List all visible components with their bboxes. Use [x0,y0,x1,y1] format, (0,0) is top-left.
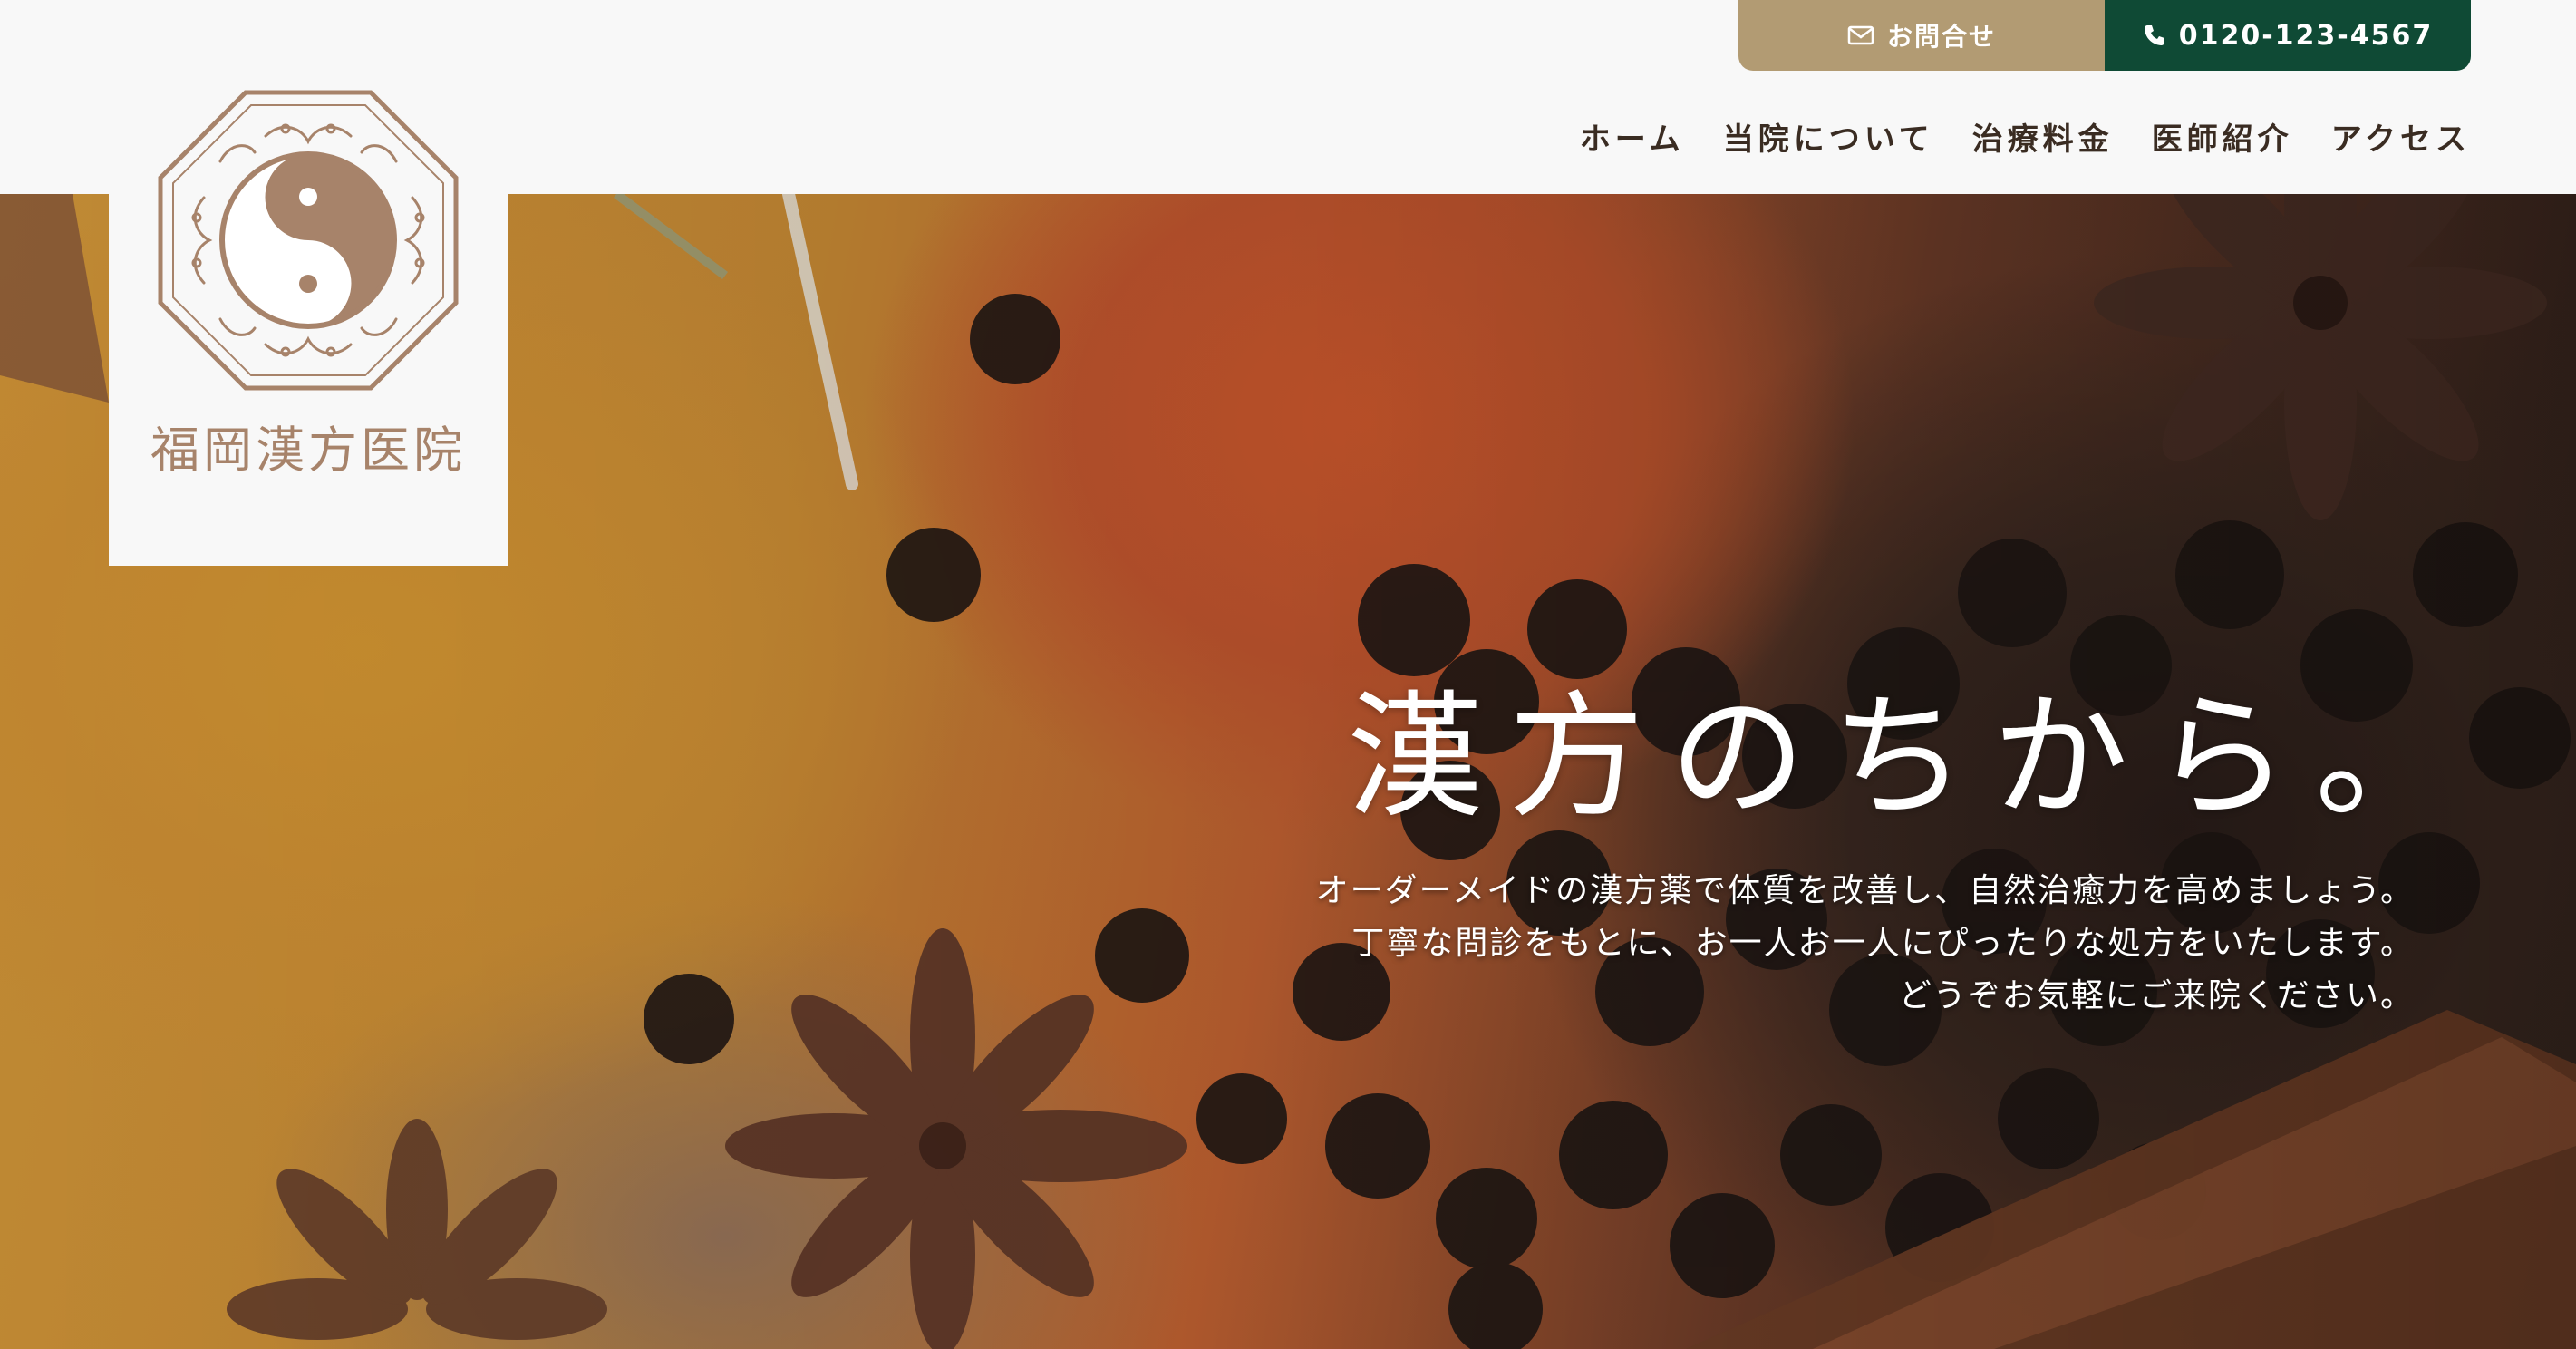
site-logo[interactable]: 福岡漢方医院 [109,0,508,566]
envelope-icon [1847,24,1874,46]
nav-access[interactable]: アクセス [2331,114,2471,159]
hero-title: 漢方のちから。 [1346,679,2476,837]
yin-yang-octagon-logo [157,89,460,395]
phone-button[interactable]: 0120-123-4567 [2105,0,2471,71]
phone-icon [2143,24,2166,47]
nav-about[interactable]: 当院について [1723,114,1934,159]
nav-home[interactable]: ホーム [1580,114,1685,159]
main-nav: ホーム 当院について 治療料金 医師紹介 アクセス [1580,109,2471,163]
contact-label: お問合せ [1886,22,1996,52]
nav-pricing[interactable]: 治療料金 [1972,114,2114,159]
hero-line-3: どうぞお気軽にご来院ください。 [1898,977,2415,1014]
hero-line-2: 丁寧な問診をもとに、お一人お一人にぴったりな処方をいたします。 [1351,925,2415,962]
hero-description: オーダーメイドの漢方薬で体質を改善し、自然治癒力を高めましょう。 丁寧な問診をも… [1316,865,2415,1023]
contact-button[interactable]: お問合せ [1738,0,2105,71]
clinic-name: 福岡漢方医院 [150,422,466,479]
hero-line-1: オーダーメイドの漢方薬で体質を改善し、自然治癒力を高めましょう。 [1315,872,2415,909]
phone-number: 0120-123-4567 [2178,19,2434,52]
nav-doctors[interactable]: 医師紹介 [2152,114,2293,159]
